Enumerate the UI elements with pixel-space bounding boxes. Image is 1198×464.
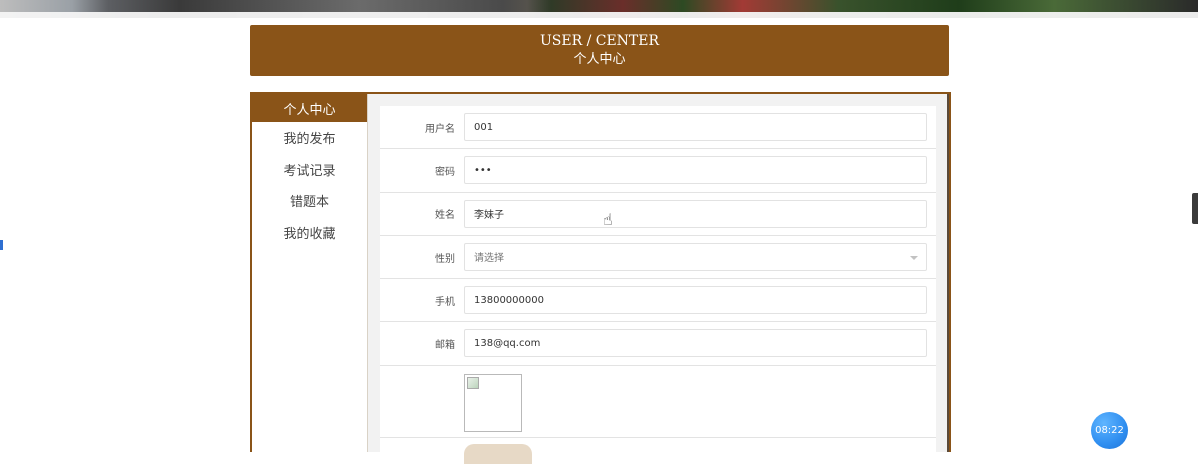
- phone-field[interactable]: 13800000000: [464, 286, 927, 315]
- email-label: 邮箱: [435, 340, 455, 352]
- sidebar-item-wrong-questions[interactable]: 错题本: [252, 185, 367, 217]
- top-banner: [0, 0, 1198, 18]
- email-row: 邮箱 138@qq.com: [380, 322, 936, 366]
- avatar-row: [380, 366, 936, 438]
- chevron-down-icon: [910, 255, 918, 260]
- name-label: 姓名: [435, 210, 455, 222]
- avatar-image[interactable]: [464, 373, 522, 432]
- gender-select[interactable]: 请选择: [464, 242, 927, 271]
- hand-pointer-icon: ☝: [603, 210, 613, 229]
- username-label: 用户名: [425, 123, 455, 135]
- password-field[interactable]: •••: [464, 156, 927, 185]
- sidebar-item-exam-records[interactable]: 考试记录: [252, 154, 367, 186]
- header-title-en: USER / CENTER: [539, 33, 660, 49]
- password-row: 密码 •••: [380, 149, 936, 193]
- gender-label: 性别: [435, 253, 455, 265]
- header-title-zh: 个人中心: [573, 52, 626, 67]
- phone-label: 手机: [435, 296, 455, 308]
- action-row: [380, 438, 936, 464]
- user-center-panel: 个人中心 我的发布 考试记录 错题本 我的收藏 用户名 001 密码 ••• 姓…: [250, 92, 951, 464]
- password-label: 密码: [435, 166, 455, 178]
- left-edge-marker: [0, 240, 3, 250]
- email-field[interactable]: 138@qq.com: [464, 329, 927, 358]
- username-field[interactable]: 001: [464, 113, 927, 141]
- sidebar-item-my-posts[interactable]: 我的发布: [252, 122, 367, 154]
- profile-content: 用户名 001 密码 ••• 姓名 李妹子 性别 请选择 手机 13800000…: [368, 94, 949, 464]
- name-row: 姓名 李妹子: [380, 193, 936, 236]
- clock-badge[interactable]: 08:22: [1091, 412, 1128, 449]
- gender-row: 性别 请选择: [380, 236, 936, 280]
- broken-image-icon: [467, 376, 479, 389]
- phone-row: 手机 13800000000: [380, 279, 936, 323]
- right-edge-tab[interactable]: [1192, 193, 1198, 224]
- sidebar-nav: 个人中心 我的发布 考试记录 错题本 我的收藏: [252, 94, 368, 452]
- user-center-header: USER / CENTER 个人中心: [250, 25, 949, 76]
- profile-form: 用户名 001 密码 ••• 姓名 李妹子 性别 请选择 手机 13800000…: [380, 106, 936, 464]
- gender-select-value: 请选择: [474, 253, 504, 265]
- sidebar-item-my-favorites[interactable]: 我的收藏: [252, 217, 367, 249]
- sidebar-item-user-center[interactable]: 个人中心: [252, 94, 367, 122]
- username-row: 用户名 001: [380, 106, 936, 150]
- name-field[interactable]: 李妹子: [464, 199, 927, 228]
